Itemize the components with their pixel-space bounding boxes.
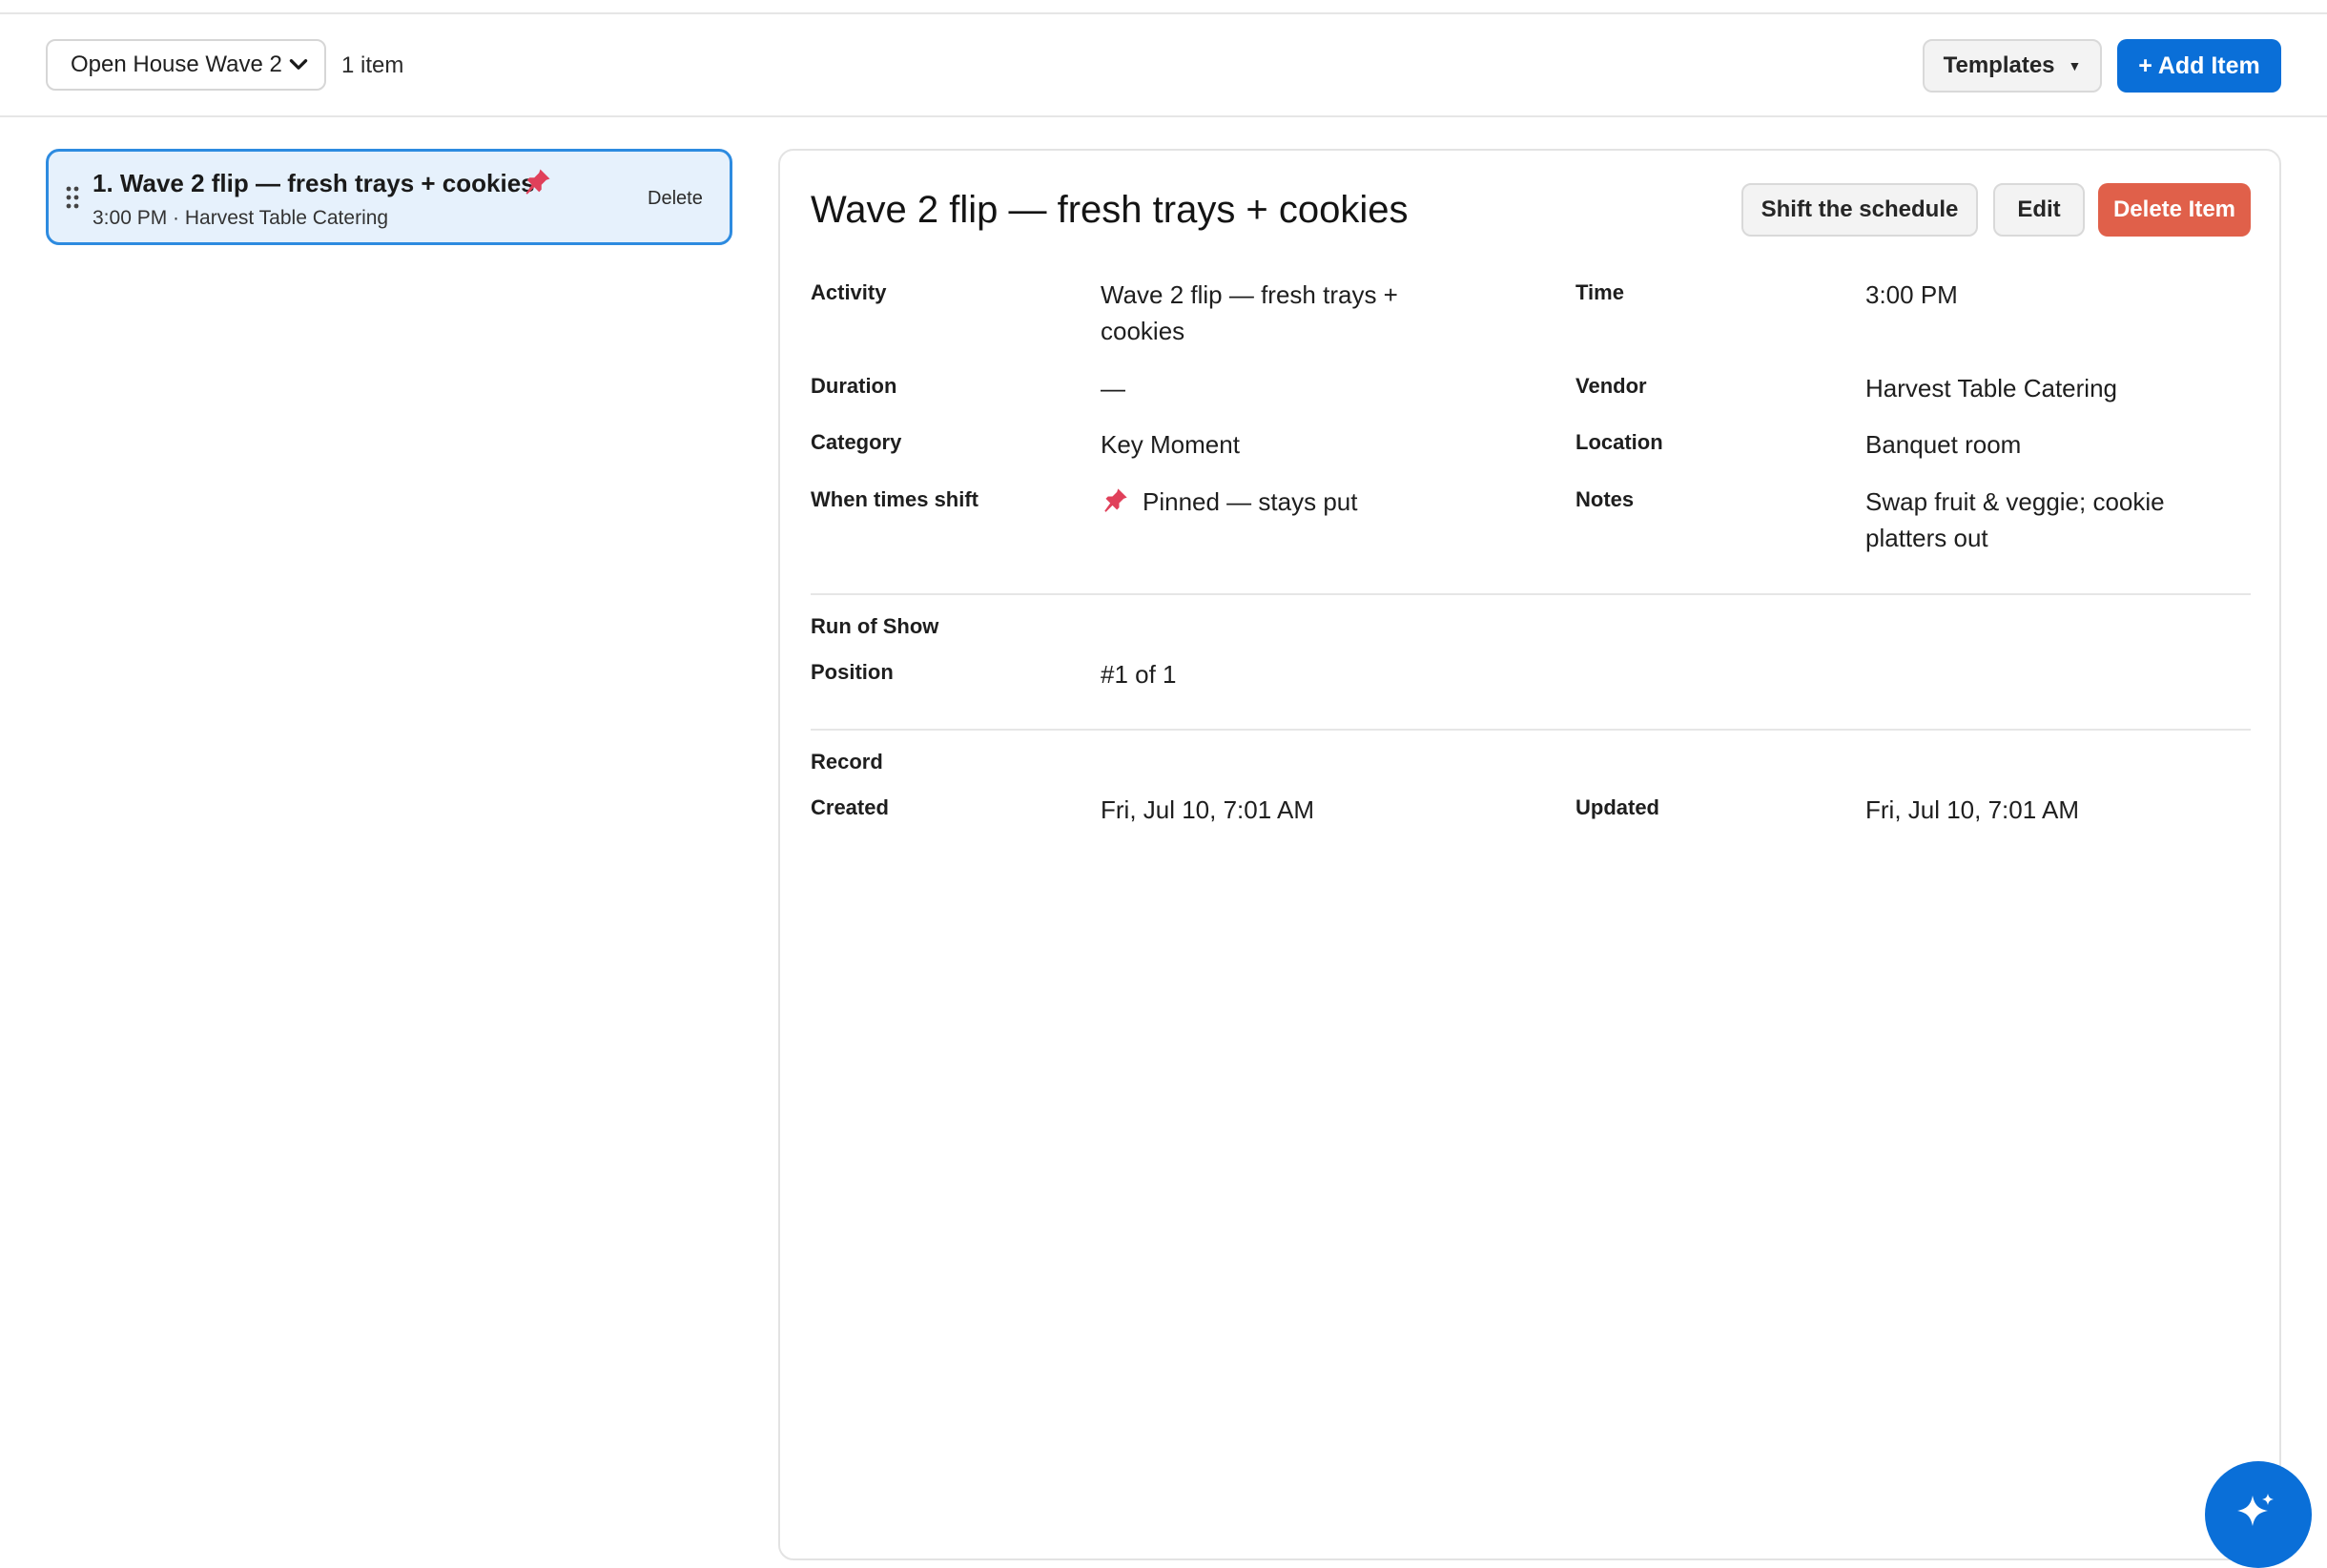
toolbar: Open House Wave 2 1 item Templates ▼ + A…	[0, 14, 2327, 117]
divider	[811, 593, 2251, 595]
location-label: Location	[1575, 430, 1663, 454]
run-of-show-heading: Run of Show	[811, 614, 939, 638]
list-item-delete-button[interactable]: Delete	[648, 188, 703, 210]
created-label: Created	[811, 795, 889, 819]
list-item[interactable]: 1. Wave 2 flip — fresh trays + cookies 3…	[46, 149, 732, 245]
time-label: Time	[1575, 280, 1624, 304]
detail-title: Wave 2 flip — fresh trays + cookies	[811, 189, 1409, 231]
event-select[interactable]: Open House Wave 2	[46, 39, 326, 91]
vendor-value: Harvest Table Catering	[1865, 374, 2117, 402]
when-times-shift-value: Pinned — stays put	[1143, 487, 1358, 516]
notes-value: Swap fruit & veggie; cookie platters out	[1865, 487, 2165, 552]
record-heading: Record	[811, 750, 883, 774]
delete-item-button[interactable]: Delete Item	[2098, 183, 2251, 237]
activity-value: Wave 2 flip — fresh trays + cookies	[1101, 280, 1398, 345]
item-count: 1 item	[341, 52, 404, 78]
when-times-shift-label: When times shift	[811, 487, 979, 511]
list-item-subtitle: 3:00 PM · Harvest Table Catering	[93, 207, 389, 229]
templates-button[interactable]: Templates ▼	[1923, 39, 2102, 93]
activity-label: Activity	[811, 280, 887, 304]
add-item-button[interactable]: + Add Item	[2117, 39, 2281, 93]
time-value: 3:00 PM	[1865, 280, 1958, 309]
top-border	[0, 0, 2327, 14]
position-label: Position	[811, 660, 894, 684]
drag-handle-icon[interactable]	[66, 186, 79, 209]
category-value: Key Moment	[1101, 430, 1240, 459]
updated-label: Updated	[1575, 795, 1659, 819]
event-select-value: Open House Wave 2	[71, 52, 282, 77]
sparkle-icon	[2237, 1494, 2274, 1526]
divider	[811, 729, 2251, 731]
created-value: Fri, Jul 10, 7:01 AM	[1101, 795, 1314, 824]
shift-schedule-button[interactable]: Shift the schedule	[1741, 183, 1978, 237]
duration-value: —	[1101, 374, 1125, 402]
list-item-title: 1. Wave 2 flip — fresh trays + cookies	[93, 169, 535, 197]
templates-label: Templates	[1943, 52, 2055, 78]
location-value: Banquet room	[1865, 430, 2022, 459]
pushpin-icon	[525, 169, 550, 195]
detail-panel: Wave 2 flip — fresh trays + cookies Shif…	[778, 149, 2281, 1560]
duration-label: Duration	[811, 374, 897, 398]
category-label: Category	[811, 430, 902, 454]
edit-button[interactable]: Edit	[1993, 183, 2085, 237]
pushpin-icon	[1104, 488, 1127, 512]
caret-down-icon: ▼	[2068, 58, 2082, 73]
updated-value: Fri, Jul 10, 7:01 AM	[1865, 795, 2079, 824]
notes-label: Notes	[1575, 487, 1635, 511]
assistant-fab-button[interactable]	[2205, 1461, 2312, 1568]
chevron-down-icon	[289, 59, 308, 70]
vendor-label: Vendor	[1575, 374, 1647, 398]
position-value: #1 of 1	[1101, 660, 1177, 689]
